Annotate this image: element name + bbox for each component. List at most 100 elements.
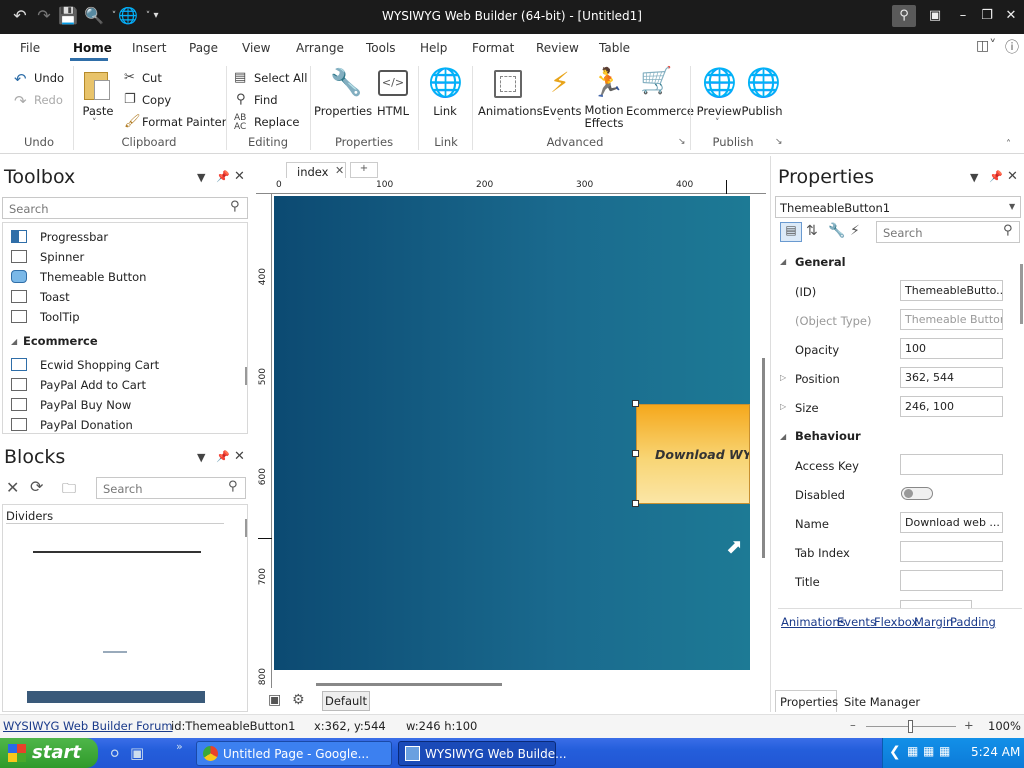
collapse-arrow-icon[interactable]: ◢ bbox=[780, 257, 786, 266]
close-button[interactable]: ✕ bbox=[999, 5, 1023, 27]
find-button[interactable]: Find bbox=[254, 93, 278, 107]
layer-default-button[interactable]: Default bbox=[322, 691, 370, 711]
undo-button[interactable]: Undo bbox=[34, 71, 64, 85]
ie-icon[interactable]: ⚪ bbox=[108, 744, 121, 763]
wrench-icon[interactable]: 🔧 bbox=[828, 223, 845, 239]
horizontal-scrollbar[interactable] bbox=[316, 683, 502, 686]
pin-icon[interactable]: 📌 bbox=[216, 450, 230, 463]
motion-effects-button[interactable]: Motion Effects bbox=[582, 104, 626, 130]
tab-review[interactable]: Review bbox=[536, 41, 579, 55]
property-value-field[interactable] bbox=[900, 600, 972, 608]
section-general[interactable]: General bbox=[795, 255, 846, 269]
resize-handle[interactable] bbox=[632, 500, 639, 507]
expand-arrow-icon[interactable]: ▷ bbox=[780, 402, 786, 411]
pin-icon[interactable]: 📌 bbox=[989, 170, 1003, 183]
zoom-in-button[interactable]: + bbox=[964, 718, 974, 732]
collapse-ribbon-icon[interactable]: ˄ bbox=[1006, 139, 1011, 150]
property-value-field[interactable]: Download web ... bbox=[900, 512, 1003, 533]
copy-button[interactable]: Copy bbox=[142, 93, 171, 107]
list-item[interactable]: Ecwid Shopping Cart bbox=[9, 355, 247, 375]
layer-settings-icon[interactable]: ⚙ bbox=[292, 692, 305, 708]
collapse-arrow-icon[interactable]: ◢ bbox=[780, 432, 786, 441]
margin-link[interactable]: Margin bbox=[914, 615, 953, 629]
layout-icon[interactable]: ▣ bbox=[923, 5, 947, 27]
divider-preview[interactable] bbox=[103, 651, 127, 653]
property-value-field[interactable]: 100 bbox=[900, 338, 1003, 359]
property-value-field[interactable]: 362, 544 bbox=[900, 367, 1003, 388]
events-link[interactable]: Events bbox=[837, 615, 876, 629]
zoom-slider-thumb[interactable] bbox=[908, 720, 913, 733]
preview-button[interactable]: Preview bbox=[696, 104, 742, 118]
select-all-button[interactable]: Select All bbox=[254, 71, 307, 85]
page-background[interactable]: Download WYS ⬈ bbox=[274, 196, 750, 670]
dialog-launcher-icon[interactable]: ↘ bbox=[775, 137, 783, 147]
redo-button[interactable]: Redo bbox=[34, 93, 63, 107]
close-icon[interactable]: ✕ bbox=[234, 169, 245, 184]
search-button[interactable]: ⚲ bbox=[892, 5, 916, 27]
tab-page[interactable]: Page bbox=[189, 41, 218, 55]
search-icon[interactable]: ⚲ bbox=[230, 199, 240, 214]
expand-arrow-icon[interactable]: ▷ bbox=[780, 373, 786, 382]
property-value-field[interactable] bbox=[900, 454, 1003, 475]
property-value-field[interactable] bbox=[900, 570, 1003, 591]
quicklaunch-expand-icon[interactable]: » bbox=[176, 740, 183, 753]
link-button[interactable]: Link bbox=[426, 104, 464, 118]
section-behaviour[interactable]: Behaviour bbox=[795, 429, 861, 443]
panel-menu-icon[interactable]: ▼ bbox=[197, 171, 205, 184]
publish-button[interactable]: Publish bbox=[740, 104, 784, 118]
search-icon[interactable]: ⚲ bbox=[228, 479, 238, 494]
toolbox-category[interactable]: Ecommerce bbox=[23, 334, 98, 348]
close-tab-icon[interactable]: ✕ bbox=[335, 164, 344, 177]
collapse-arrow-icon[interactable]: ◢ bbox=[11, 337, 17, 346]
paste-button[interactable]: Paste bbox=[80, 104, 116, 118]
ecommerce-button[interactable]: Ecommerce bbox=[626, 104, 694, 118]
toolbox-search-input[interactable]: Search bbox=[2, 197, 248, 219]
list-item[interactable]: Spinner bbox=[9, 247, 247, 267]
tray-network-icon[interactable]: ▦ bbox=[907, 744, 918, 758]
events-button[interactable]: Events bbox=[542, 104, 582, 118]
paste-dropdown-icon[interactable]: ˅ bbox=[92, 118, 97, 128]
resize-handle[interactable] bbox=[632, 450, 639, 457]
tab-home[interactable]: Home bbox=[73, 41, 112, 55]
properties-search-input[interactable]: Search bbox=[876, 221, 1020, 243]
events-dropdown-icon[interactable]: ˅ bbox=[557, 118, 562, 128]
media-icon[interactable]: ▣ bbox=[130, 744, 144, 762]
properties-button[interactable]: Properties bbox=[314, 104, 372, 118]
tab-view[interactable]: View bbox=[242, 41, 270, 55]
scrollbar[interactable] bbox=[245, 519, 247, 537]
property-value-field[interactable] bbox=[900, 541, 1003, 562]
panel-menu-icon[interactable]: ▼ bbox=[197, 451, 205, 464]
list-item[interactable]: PayPal Donation bbox=[9, 415, 247, 433]
forum-link[interactable]: WYSIWYG Web Builder Forum bbox=[3, 719, 173, 733]
start-button[interactable]: start bbox=[0, 738, 98, 768]
close-icon[interactable]: ✕ bbox=[234, 449, 245, 464]
new-tab-button[interactable]: + bbox=[350, 162, 378, 178]
pin-icon[interactable]: 📌 bbox=[216, 170, 230, 183]
list-item[interactable]: PayPal Add to Cart bbox=[9, 375, 247, 395]
paste-icon[interactable] bbox=[84, 68, 112, 100]
tab-file[interactable]: File bbox=[20, 41, 40, 55]
tab-format[interactable]: Format bbox=[472, 41, 514, 55]
animations-link[interactable]: Animations bbox=[781, 615, 846, 629]
disabled-toggle[interactable] bbox=[901, 487, 933, 500]
minimize-button[interactable]: – bbox=[951, 5, 975, 27]
property-value-field[interactable]: ThemeableButto... bbox=[900, 280, 1003, 301]
property-value-field[interactable]: 246, 100 bbox=[900, 396, 1003, 417]
dialog-launcher-icon[interactable]: ↘ bbox=[678, 137, 686, 147]
tab-index[interactable]: index ✕ bbox=[286, 162, 346, 179]
tray-security-icon[interactable]: ▦ bbox=[939, 744, 950, 758]
add-layer-icon[interactable]: ▣ bbox=[268, 692, 281, 708]
close-icon[interactable]: ✕ bbox=[1007, 169, 1018, 184]
vertical-scrollbar[interactable] bbox=[762, 358, 765, 558]
zoom-out-button[interactable]: – bbox=[850, 718, 856, 732]
themeable-button[interactable]: Download WYS bbox=[636, 404, 750, 504]
tab-arrange[interactable]: Arrange bbox=[296, 41, 344, 55]
task-chrome[interactable]: Untitled Page - Google... bbox=[196, 741, 392, 766]
categorized-view-icon[interactable]: ▤ bbox=[780, 222, 802, 242]
list-item[interactable]: ToolTip bbox=[9, 307, 247, 327]
preview-dropdown-icon[interactable]: ˅ bbox=[715, 118, 720, 128]
tray-volume-icon[interactable]: ▦ bbox=[923, 744, 934, 758]
flexbox-link[interactable]: Flexbox bbox=[874, 615, 918, 629]
tab-table[interactable]: Table bbox=[599, 41, 630, 55]
padding-link[interactable]: Padding bbox=[950, 615, 996, 629]
